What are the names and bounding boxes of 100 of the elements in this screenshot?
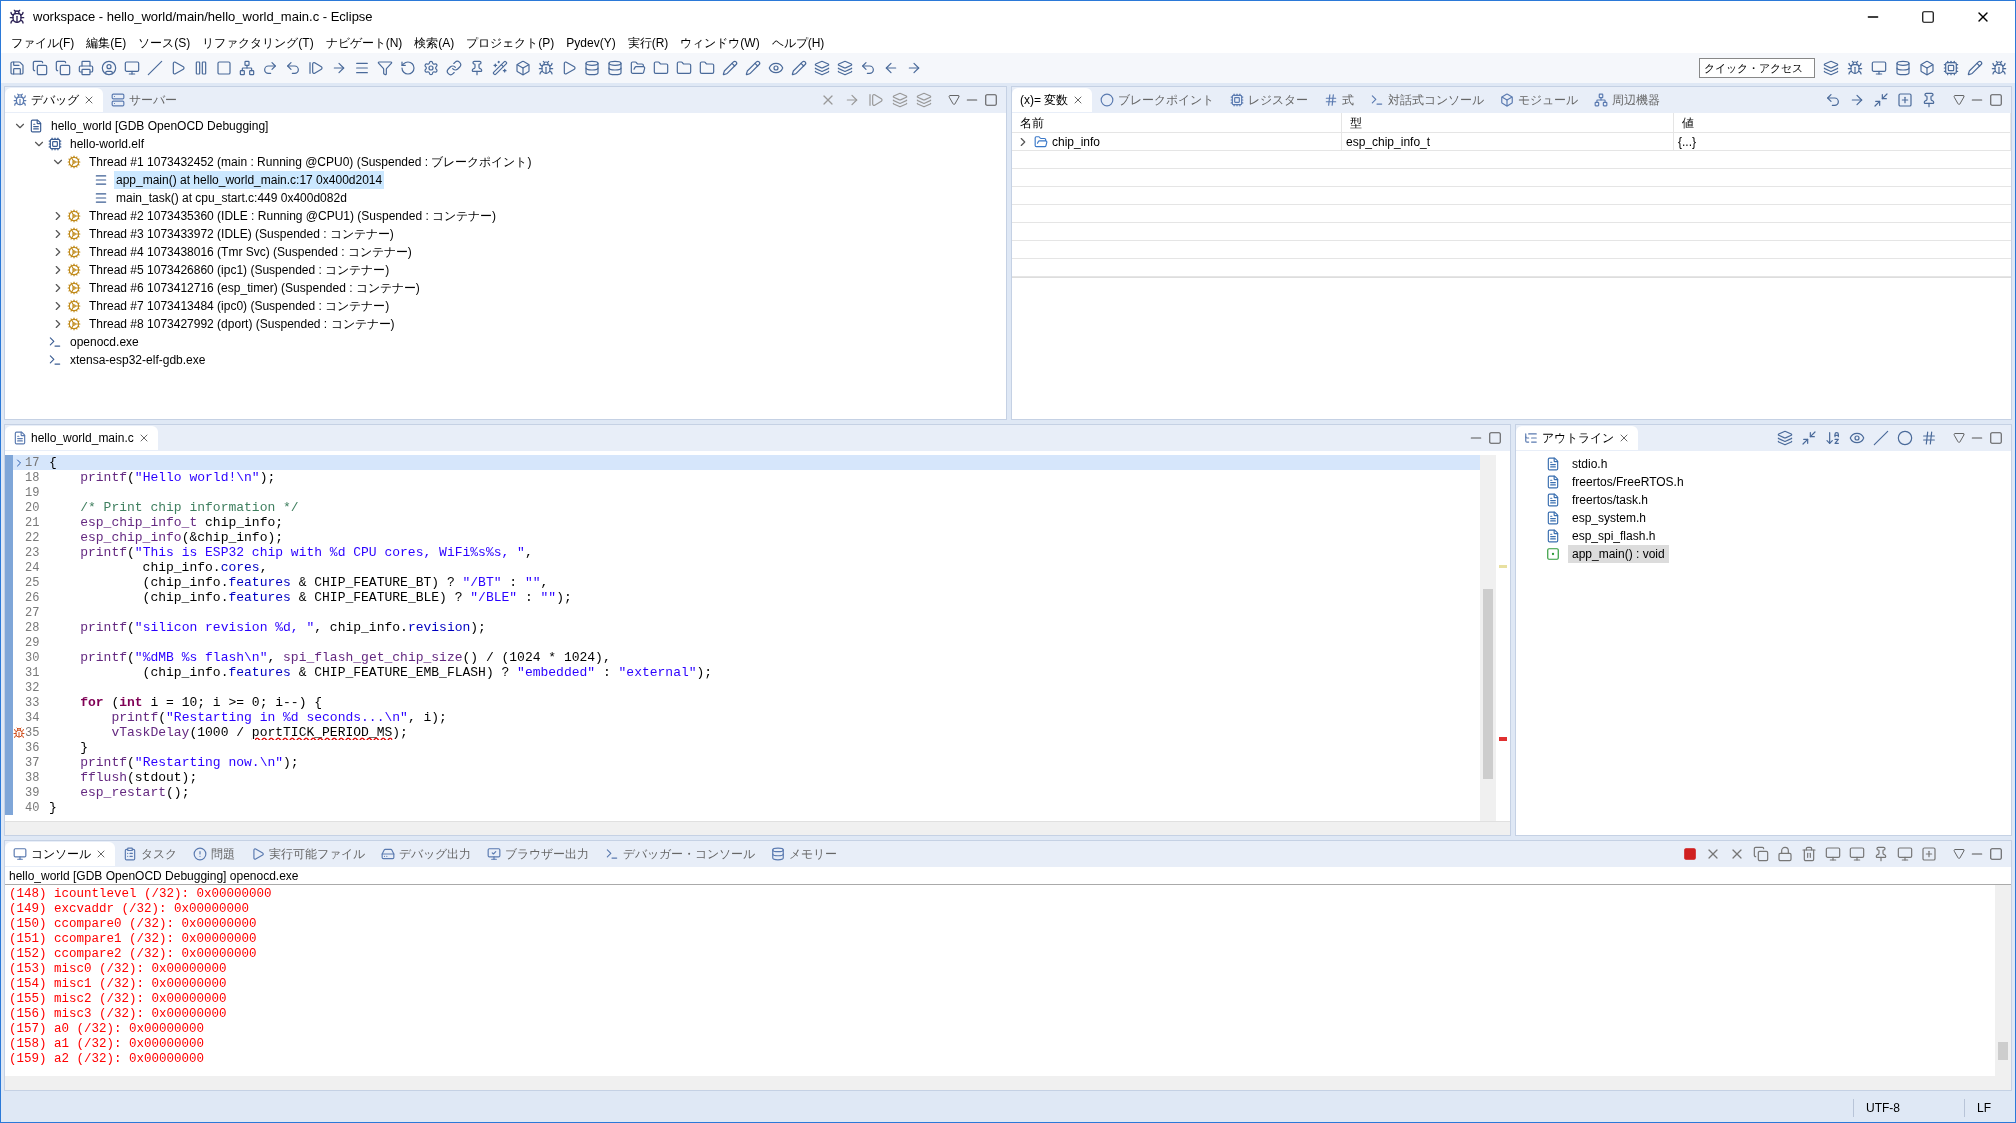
copy-icon[interactable] [32, 60, 48, 76]
pencil-icon[interactable] [745, 60, 761, 76]
tree-item[interactable]: Thread #8 1073427992 (dport) (Suspended : コンテナー) [87, 315, 397, 333]
tree-item[interactable]: Thread #5 1073426860 (ipc1) (Suspended : コンテナー) [87, 261, 392, 279]
menu-item[interactable]: ヘルプ(H) [765, 34, 831, 52]
layers-icon[interactable] [1777, 430, 1793, 446]
tree-item[interactable]: hello_world [GDB OpenOCD Debugging] [49, 117, 271, 135]
view-tab[interactable]: メモリー [763, 842, 845, 866]
horizontal-scrollbar[interactable] [5, 1076, 2011, 1090]
view-tab[interactable]: サーバー [103, 88, 185, 112]
refresh-icon[interactable] [400, 60, 416, 76]
step-icon[interactable] [308, 60, 324, 76]
tree-item[interactable]: Thread #3 1073433972 (IDLE) (Suspended : コンテナー) [87, 225, 396, 243]
view-tab[interactable]: 周辺機器 [1586, 88, 1669, 112]
sort-icon[interactable] [1825, 430, 1841, 446]
database-icon[interactable] [607, 60, 623, 76]
vertical-scrollbar[interactable] [1995, 885, 2011, 1076]
tree-item[interactable]: app_main() at hello_world_main.c:17 0x400d2014 [114, 171, 385, 189]
save-icon[interactable] [9, 60, 25, 76]
pin-icon[interactable] [1873, 846, 1889, 862]
arrow-icon[interactable] [1849, 92, 1865, 108]
monitor-icon[interactable] [124, 60, 140, 76]
maximize-icon[interactable] [1488, 431, 1502, 445]
outline-item[interactable]: stdio.h [1568, 455, 1612, 473]
filter-icon[interactable] [377, 60, 393, 76]
view-menu-icon[interactable] [1953, 94, 1965, 106]
view-tab[interactable]: 対話式コンソール [1362, 88, 1493, 112]
tree-item[interactable]: Thread #4 1073438016 (Tmr Svc) (Suspended : コンテナー) [87, 243, 414, 261]
maximize-icon[interactable] [1989, 431, 2003, 445]
slash-icon[interactable] [147, 60, 163, 76]
back-icon[interactable] [1825, 92, 1841, 108]
maximize-icon[interactable] [1989, 847, 2003, 861]
view-menu-icon[interactable] [1953, 432, 1965, 444]
step-over-icon[interactable] [262, 60, 278, 76]
tree-item[interactable]: openocd.exe [68, 333, 141, 351]
view-tab[interactable]: 問題 [185, 842, 243, 866]
menu-item[interactable]: Pydev(Y) [560, 34, 622, 52]
box-icon[interactable] [515, 60, 531, 76]
list-icon[interactable] [354, 60, 370, 76]
eye-icon[interactable] [1849, 430, 1865, 446]
tree-item[interactable]: hello-world.elf [68, 135, 147, 153]
settings-icon[interactable] [423, 60, 439, 76]
view-tab[interactable]: デバッグ [5, 88, 103, 112]
view-tab[interactable]: デバッグ出力 [373, 842, 479, 866]
lock-icon[interactable] [1777, 846, 1793, 862]
folder-icon[interactable] [699, 60, 715, 76]
tree-item[interactable]: xtensa-esp32-elf-gdb.exe [68, 351, 208, 369]
menu-item[interactable]: 編集(E) [80, 34, 133, 52]
tree-item[interactable]: Thread #7 1073413484 (ipc0) (Suspended : コンテナー) [87, 297, 392, 315]
view-tab[interactable]: コンソール [5, 842, 115, 866]
tree-item[interactable]: Thread #2 1073435360 (IDLE : Running @CPU1) (Suspended : コンテナー) [87, 207, 499, 225]
monitor-icon[interactable] [1897, 846, 1913, 862]
copy-icon[interactable] [55, 60, 71, 76]
view-tab[interactable]: ブラウザー出力 [479, 842, 597, 866]
view-tab[interactable]: 式 [1316, 88, 1363, 112]
view-tab[interactable]: hello_world_main.c [5, 426, 158, 450]
clear-icon[interactable] [1801, 846, 1817, 862]
quick-access-field[interactable]: クイック・アクセス [1699, 58, 1815, 78]
pause-icon[interactable] [193, 60, 209, 76]
maximize-icon[interactable] [984, 93, 998, 107]
column-header[interactable]: 型 [1342, 113, 1674, 133]
step-back-icon[interactable] [285, 60, 301, 76]
network-icon[interactable] [239, 60, 255, 76]
collapse-icon[interactable] [1873, 92, 1889, 108]
run-icon[interactable] [561, 60, 577, 76]
view-tab[interactable]: レジスター [1222, 88, 1317, 112]
user-icon[interactable] [101, 60, 117, 76]
add-icon[interactable] [1921, 846, 1937, 862]
terminate-icon[interactable] [1683, 847, 1697, 861]
column-header[interactable]: 値 [1674, 113, 2011, 133]
print-icon[interactable] [78, 60, 94, 76]
resume-icon[interactable] [170, 60, 186, 76]
view-tab[interactable]: デバッガー・コンソール [597, 842, 763, 866]
database-icon[interactable] [584, 60, 600, 76]
vertical-scrollbar[interactable] [1480, 455, 1496, 821]
horizontal-scrollbar[interactable] [5, 821, 1510, 835]
debug-icon[interactable] [538, 60, 554, 76]
view-tab[interactable]: アウトライン [1516, 426, 1638, 450]
view-tab[interactable]: タスク [115, 842, 185, 866]
outline-item[interactable]: esp_spi_flash.h [1568, 527, 1660, 545]
layers-icon[interactable] [837, 60, 853, 76]
folder-icon[interactable] [676, 60, 692, 76]
add-icon[interactable] [1897, 92, 1913, 108]
outline-item[interactable]: esp_system.h [1568, 509, 1651, 527]
tree-item[interactable]: Thread #6 1073412716 (esp_timer) (Suspended : コンテナー) [87, 279, 422, 297]
dot-icon[interactable] [1897, 430, 1913, 446]
maximize-window-icon[interactable] [1921, 10, 1935, 24]
folder-icon[interactable] [630, 60, 646, 76]
outline-item[interactable]: app_main() : void [1568, 545, 1669, 563]
view-tab[interactable]: ブレークポイント [1092, 88, 1223, 112]
menu-item[interactable]: ソース(S) [132, 34, 197, 52]
view-tab[interactable]: 実行可能ファイル [243, 842, 373, 866]
slash-icon[interactable] [1873, 430, 1889, 446]
menu-item[interactable]: ウィンドウ(W) [674, 34, 766, 52]
monitor-icon[interactable] [1825, 846, 1841, 862]
undo-icon[interactable] [860, 60, 876, 76]
pencil-icon[interactable] [791, 60, 807, 76]
link-icon[interactable] [446, 60, 462, 76]
layers-icon[interactable] [814, 60, 830, 76]
menu-item[interactable]: リファクタリング(T) [196, 34, 320, 52]
